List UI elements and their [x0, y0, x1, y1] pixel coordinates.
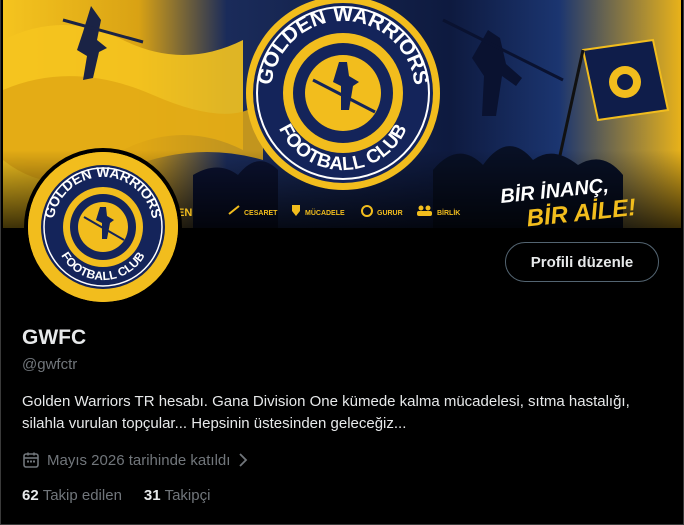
- following-count: 62: [22, 487, 39, 504]
- followers-count: 31: [143, 487, 161, 504]
- value-birlik: BİRLİK: [437, 209, 460, 217]
- avatar[interactable]: GOLDEN WARRIORS FOOTBALL CLUB: [24, 148, 182, 306]
- value-mucadele: MÜCADELE: [305, 208, 345, 217]
- avatar-image: GOLDEN WARRIORS FOOTBALL CLUB: [28, 152, 178, 302]
- followers-link[interactable]: 31 Takipçi: [144, 487, 211, 504]
- following-label: Takip edilen: [42, 487, 122, 504]
- value-cesaret: CESARET: [244, 210, 278, 217]
- chevron-right-icon[interactable]: [237, 452, 249, 468]
- value-gurur: GURUR: [377, 210, 403, 217]
- follow-stats: 62 Takip edilen 31 Takipçi: [22, 487, 210, 504]
- profile-handle: @gwfctr: [22, 356, 78, 373]
- joined-text: Mayıs 2026 tarihinde katıldı: [47, 451, 231, 469]
- avatar-crest: GOLDEN WARRIORS FOOTBALL CLUB: [28, 152, 178, 302]
- edit-profile-button[interactable]: Profili düzenle: [505, 242, 659, 282]
- joined-date: Mayıs 2026 tarihinde katıldı: [22, 451, 249, 469]
- profile-name: GWFC: [22, 326, 87, 349]
- calendar-icon: [22, 451, 40, 469]
- followers-label: Takipçi: [164, 487, 211, 504]
- following-link[interactable]: 62 Takip edilen: [22, 487, 122, 504]
- profile-bio: Golden Warriors TR hesabı. Gana Division…: [22, 393, 630, 432]
